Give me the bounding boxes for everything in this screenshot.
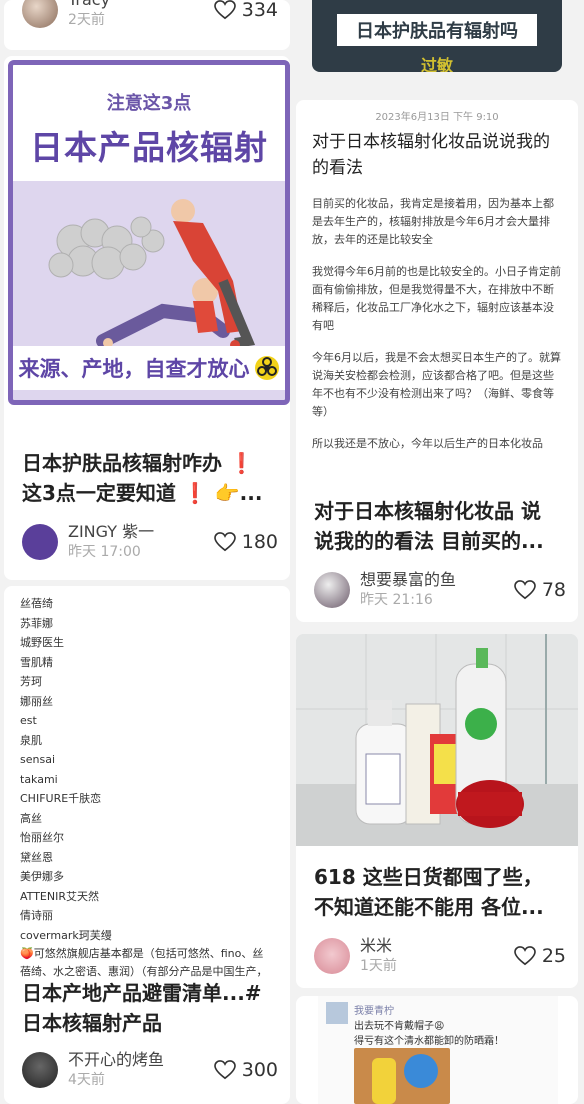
note-cover-image[interactable]: 日本护肤品有辐射吗 过敏 [312,0,562,72]
like-button[interactable]: 180 [213,531,278,553]
brand-list-item: 泉肌 [20,733,42,747]
author-name[interactable]: 米米 [360,936,514,956]
brand-list-item: 高丝 [20,811,42,825]
doc-paragraph: 目前买的化妆品，我肯定是接着用，因为基本上都是去年生产的，核辐射排放是今年6月才… [312,197,554,246]
cover-footer: 来源、产地，自查才放心 [13,346,285,390]
brand-list: 丝蓓绮苏菲娜城野医生雪肌精芳珂娜丽丝 est 泉肌 sensai takami CHIFU… [4,586,290,945]
author-name[interactable]: Tracy [68,0,214,10]
doc-paragraph: 所以我还是不放心，今年以后生产的日本化妆品 [312,437,543,450]
chat-photo [354,1048,450,1104]
like-count: 78 [541,579,566,601]
biohazard-icon [254,356,279,380]
post-time: 1天前 [360,958,397,974]
note-card[interactable]: 618 这些日货都囤了些，不知道还能不能用 各位... 米米 1天前 25 [296,634,578,988]
like-count: 180 [241,531,278,553]
brand-list-item: covermark珂芙缦 [20,928,112,942]
like-count: 334 [241,0,278,21]
brand-list-item: CHIFURE千肤恋 [20,792,102,805]
brand-list-item: takami [20,772,58,786]
note-card[interactable]: Tracy 2天前 334 [4,0,290,50]
heart-icon [513,580,536,600]
post-time: 2天前 [68,12,105,28]
avatar [326,1002,348,1024]
doc-paragraph: 我觉得今年6月前的也是比较安全的。小日子肯定前面有偷偷排放，但是我觉得量不大，在… [312,265,561,332]
doc-title: 对于日本核辐射化妆品说说我的的看法 [312,132,550,178]
brand-list-item: 怡丽丝尔 [20,831,64,844]
like-button[interactable]: 25 [513,945,566,967]
like-count: 300 [241,1059,278,1081]
avatar[interactable] [314,572,350,608]
brand-list-item: est [20,714,37,727]
brand-list-item: sensai [20,753,55,766]
brand-list-item: ATTENIR艾天然 [20,889,99,903]
author-name[interactable]: 不开心的烤鱼 [68,1050,214,1070]
cover-headline: 日本产品核辐射 [30,128,268,167]
cover-text: 日本护肤品有辐射吗 [337,14,537,46]
chat-line: 出去玩不肯戴帽子😩 [354,1021,445,1032]
avatar[interactable] [22,524,58,560]
note-cover-image[interactable] [296,634,578,846]
heart-icon [213,0,236,20]
brand-list-item: 黛丝恩 [20,850,53,864]
chat-line: 得亏有这个清水都能卸的防晒霜！ [354,1036,504,1047]
note-card[interactable]: 注意这3点 日本产品核辐射 来源、产地，自查才放心 日本护肤品核辐射咋办 ❗这3… [4,56,290,580]
note-card[interactable]: 丝蓓绮苏菲娜城野医生雪肌精芳珂娜丽丝 est 泉肌 sensai takami CHIFU… [4,586,290,1104]
like-button[interactable]: 300 [213,1059,278,1081]
doc-paragraph: 今年6月以后，我是不会太想买日本生产的了。就算说海关安检都会检测，应该都合格了吧… [312,351,561,418]
brand-list-item: 娜丽丝 [20,694,53,708]
like-count: 25 [541,945,566,967]
author-name[interactable]: ZINGY 紫一 [68,522,214,542]
post-time: 昨天 21:16 [360,592,433,608]
doc-date: 2023年6月13日 下午 9:10 [375,112,499,123]
brand-note: 🍑可悠然旗舰店基本都是（包括可悠然、fino、丝蓓绮、水之密语、惠润）（有部分产… [20,947,268,978]
chat-name: 我要青柠 [354,1006,394,1017]
brand-list-item: 城野医生 [20,636,64,649]
note-card[interactable]: 我要青柠 出去玩不肯戴帽子😩 得亏有这个清水都能卸的防晒霜！ [296,996,578,1104]
avatar[interactable] [22,0,58,28]
post-time: 昨天 17:00 [68,544,141,560]
note-card[interactable]: 日本护肤品有辐射吗 过敏 [296,0,578,74]
note-cover-image[interactable]: 2023年6月13日 下午 9:10 对于日本核辐射化妆品说说我的的看法 目前买… [296,104,578,474]
cover-subtext: 过敏 [420,56,453,72]
like-button[interactable]: 334 [213,0,278,21]
note-title[interactable]: 日本护肤品核辐射咋办 ❗这3点一定要知道 ❗ 👉... [4,448,290,510]
like-button[interactable]: 78 [513,579,566,601]
note-cover-image[interactable]: 注意这3点 日本产品核辐射 来源、产地，自查才放心 [8,60,290,405]
note-title[interactable]: 日本产地产品避雷清单...#日本核辐射产品 [4,978,290,1040]
note-card[interactable]: 2023年6月13日 下午 9:10 对于日本核辐射化妆品说说我的的看法 目前买… [296,100,578,622]
avatar[interactable] [314,938,350,974]
author-name[interactable]: 想要暴富的鱼 [360,570,514,590]
heart-icon [213,532,236,552]
note-title[interactable]: 对于日本核辐射化妆品 说说我的的看法 目前买的... [296,496,578,558]
brand-list-item: 丝蓓绮 [20,597,53,610]
brand-list-item: 美伊娜多 [20,870,64,883]
avatar[interactable] [22,1052,58,1088]
brand-list-item: 芳珂 [20,675,42,688]
brand-list-item: 苏菲娜 [20,616,53,630]
heart-icon [513,946,536,966]
brand-list-item: 雪肌精 [20,655,53,669]
heart-icon [213,1060,236,1080]
note-title[interactable]: 618 这些日货都囤了些，不知道还能不能用 各位... [296,862,578,924]
note-cover-image[interactable]: 我要青柠 出去玩不肯戴帽子😩 得亏有这个清水都能卸的防晒霜！ [318,996,558,1104]
post-time: 4天前 [68,1072,105,1088]
cover-subtitle: 注意这3点 [106,93,192,114]
cover-header: 注意这3点 日本产品核辐射 [13,65,285,181]
brand-list-item: 倩诗丽 [20,909,53,922]
